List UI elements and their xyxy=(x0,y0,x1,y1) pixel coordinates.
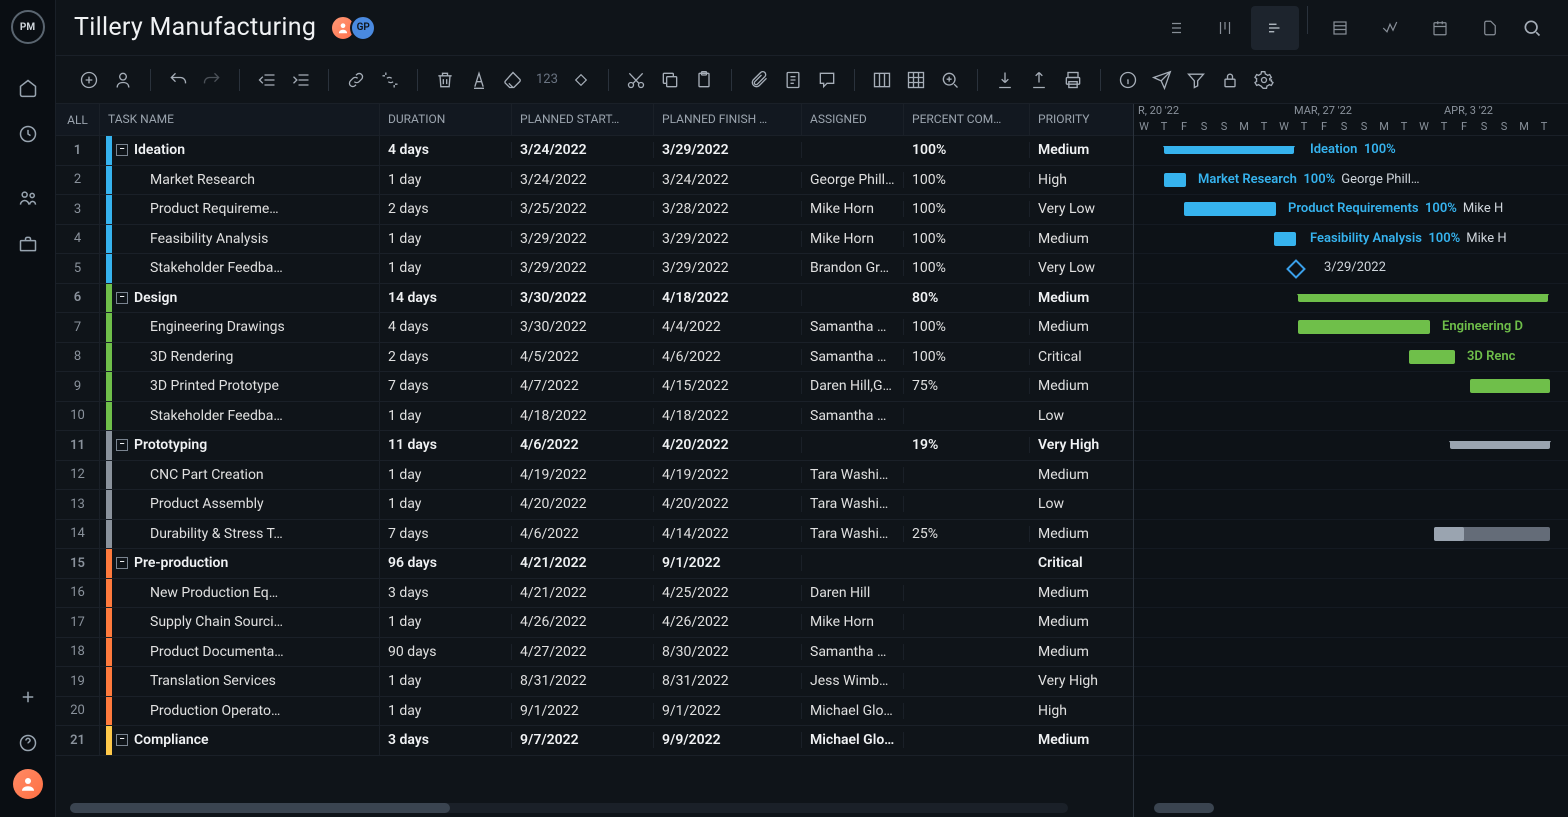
info-icon[interactable] xyxy=(1113,65,1143,95)
link-icon[interactable] xyxy=(341,65,371,95)
table-row[interactable]: 21 −Compliance 3 days 9/7/2022 9/9/2022 … xyxy=(56,726,1133,756)
toolbar: 123 xyxy=(56,56,1568,104)
table-row[interactable]: 2 Market Research 1 day 3/24/2022 3/24/2… xyxy=(56,166,1133,196)
gantt-timeline-header: R, 20 '22 MAR, 27 '22 APR, 3 '22 WTFSSMT… xyxy=(1134,104,1568,136)
table-row[interactable]: 17 Supply Chain Sourci… 1 day 4/26/2022 … xyxy=(56,608,1133,638)
outdent-icon[interactable] xyxy=(252,65,282,95)
briefcase-icon[interactable] xyxy=(8,224,48,264)
add-icon[interactable] xyxy=(8,677,48,717)
search-icon[interactable] xyxy=(1514,10,1550,46)
user-avatar[interactable] xyxy=(13,769,43,799)
table-row[interactable]: 4 Feasibility Analysis 1 day 3/29/2022 3… xyxy=(56,225,1133,255)
sheet-view-icon[interactable] xyxy=(1316,6,1364,50)
notes-icon[interactable] xyxy=(778,65,808,95)
import-icon[interactable] xyxy=(990,65,1020,95)
col-percent[interactable]: PERCENT COM… xyxy=(904,104,1030,135)
table-row[interactable]: 19 Translation Services 1 day 8/31/2022 … xyxy=(56,667,1133,697)
col-priority[interactable]: PRIORITY xyxy=(1030,104,1120,135)
table-row[interactable]: 9 3D Printed Prototype 7 days 4/7/2022 4… xyxy=(56,372,1133,402)
member-avatars[interactable]: GP xyxy=(336,15,376,41)
col-task[interactable]: TASK NAME xyxy=(100,104,380,135)
gantt-body[interactable]: Ideation 100% Market Research 100%George… xyxy=(1134,136,1568,756)
list-view-icon[interactable] xyxy=(1151,6,1199,50)
horizontal-scrollbar[interactable] xyxy=(70,803,1068,813)
task-grid: ALL TASK NAME DURATION PLANNED START… PL… xyxy=(56,104,1134,817)
view-tabs xyxy=(1151,6,1514,50)
top-bar: Tillery Manufacturing GP xyxy=(56,0,1568,56)
col-duration[interactable]: DURATION xyxy=(380,104,512,135)
redo-icon[interactable] xyxy=(197,65,227,95)
home-icon[interactable] xyxy=(8,68,48,108)
gantt-scrollbar[interactable] xyxy=(1154,803,1214,813)
print-icon[interactable] xyxy=(1058,65,1088,95)
calendar-view-icon[interactable] xyxy=(1416,6,1464,50)
columns-icon[interactable] xyxy=(867,65,897,95)
export-icon[interactable] xyxy=(1024,65,1054,95)
table-row[interactable]: 12 CNC Part Creation 1 day 4/19/2022 4/1… xyxy=(56,461,1133,491)
filter-icon[interactable] xyxy=(1181,65,1211,95)
gantt-chart[interactable]: R, 20 '22 MAR, 27 '22 APR, 3 '22 WTFSSMT… xyxy=(1134,104,1568,817)
paste-icon[interactable] xyxy=(689,65,719,95)
table-row[interactable]: 10 Stakeholder Feedba… 1 day 4/18/2022 4… xyxy=(56,402,1133,432)
help-icon[interactable] xyxy=(8,723,48,763)
text-color-icon[interactable] xyxy=(464,65,494,95)
project-title: Tillery Manufacturing xyxy=(74,13,316,42)
grid-icon[interactable] xyxy=(901,65,931,95)
table-row[interactable]: 6 −Design 14 days 3/30/2022 4/18/2022 80… xyxy=(56,284,1133,314)
board-view-icon[interactable] xyxy=(1201,6,1249,50)
recent-icon[interactable] xyxy=(8,114,48,154)
table-row[interactable]: 16 New Production Eq… 3 days 4/21/2022 4… xyxy=(56,579,1133,609)
attachment-icon[interactable] xyxy=(744,65,774,95)
col-assigned[interactable]: ASSIGNED xyxy=(802,104,904,135)
table-row[interactable]: 20 Production Operato… 1 day 9/1/2022 9/… xyxy=(56,697,1133,727)
unlink-icon[interactable] xyxy=(375,65,405,95)
table-row[interactable]: 7 Engineering Drawings 4 days 3/30/2022 … xyxy=(56,313,1133,343)
text-123: 123 xyxy=(532,72,562,87)
table-row[interactable]: 15 −Pre-production 96 days 4/21/2022 9/1… xyxy=(56,549,1133,579)
table-row[interactable]: 3 Product Requireme… 2 days 3/25/2022 3/… xyxy=(56,195,1133,225)
assign-icon[interactable] xyxy=(108,65,138,95)
app-logo[interactable]: PM xyxy=(11,10,45,44)
grid-body[interactable]: 1 −Ideation 4 days 3/24/2022 3/29/2022 1… xyxy=(56,136,1133,817)
table-row[interactable]: 1 −Ideation 4 days 3/24/2022 3/29/2022 1… xyxy=(56,136,1133,166)
clear-format-icon[interactable] xyxy=(498,65,528,95)
table-row[interactable]: 18 Product Documenta… 90 days 4/27/2022 … xyxy=(56,638,1133,668)
team-icon[interactable] xyxy=(8,178,48,218)
delete-icon[interactable] xyxy=(430,65,460,95)
gantt-view-icon[interactable] xyxy=(1251,6,1299,50)
indent-icon[interactable] xyxy=(286,65,316,95)
dashboard-view-icon[interactable] xyxy=(1366,6,1414,50)
undo-icon[interactable] xyxy=(163,65,193,95)
table-row[interactable]: 14 Durability & Stress T… 7 days 4/6/202… xyxy=(56,520,1133,550)
col-finish[interactable]: PLANNED FINISH … xyxy=(654,104,802,135)
add-task-icon[interactable] xyxy=(74,65,104,95)
copy-icon[interactable] xyxy=(655,65,685,95)
settings-icon[interactable] xyxy=(1249,65,1279,95)
table-row[interactable]: 13 Product Assembly 1 day 4/20/2022 4/20… xyxy=(56,490,1133,520)
zoom-icon[interactable] xyxy=(935,65,965,95)
table-row[interactable]: 8 3D Rendering 2 days 4/5/2022 4/6/2022 … xyxy=(56,343,1133,373)
cut-icon[interactable] xyxy=(621,65,651,95)
lock-icon[interactable] xyxy=(1215,65,1245,95)
table-row[interactable]: 11 −Prototyping 11 days 4/6/2022 4/20/20… xyxy=(56,431,1133,461)
files-view-icon[interactable] xyxy=(1466,6,1514,50)
comments-icon[interactable] xyxy=(812,65,842,95)
grid-header: ALL TASK NAME DURATION PLANNED START… PL… xyxy=(56,104,1133,136)
avatar[interactable]: GP xyxy=(350,15,376,41)
col-all[interactable]: ALL xyxy=(56,104,100,135)
send-icon[interactable] xyxy=(1147,65,1177,95)
table-row[interactable]: 5 Stakeholder Feedba… 1 day 3/29/2022 3/… xyxy=(56,254,1133,284)
col-start[interactable]: PLANNED START… xyxy=(512,104,654,135)
left-navigation-rail: PM xyxy=(0,0,56,817)
milestone-icon[interactable] xyxy=(566,65,596,95)
